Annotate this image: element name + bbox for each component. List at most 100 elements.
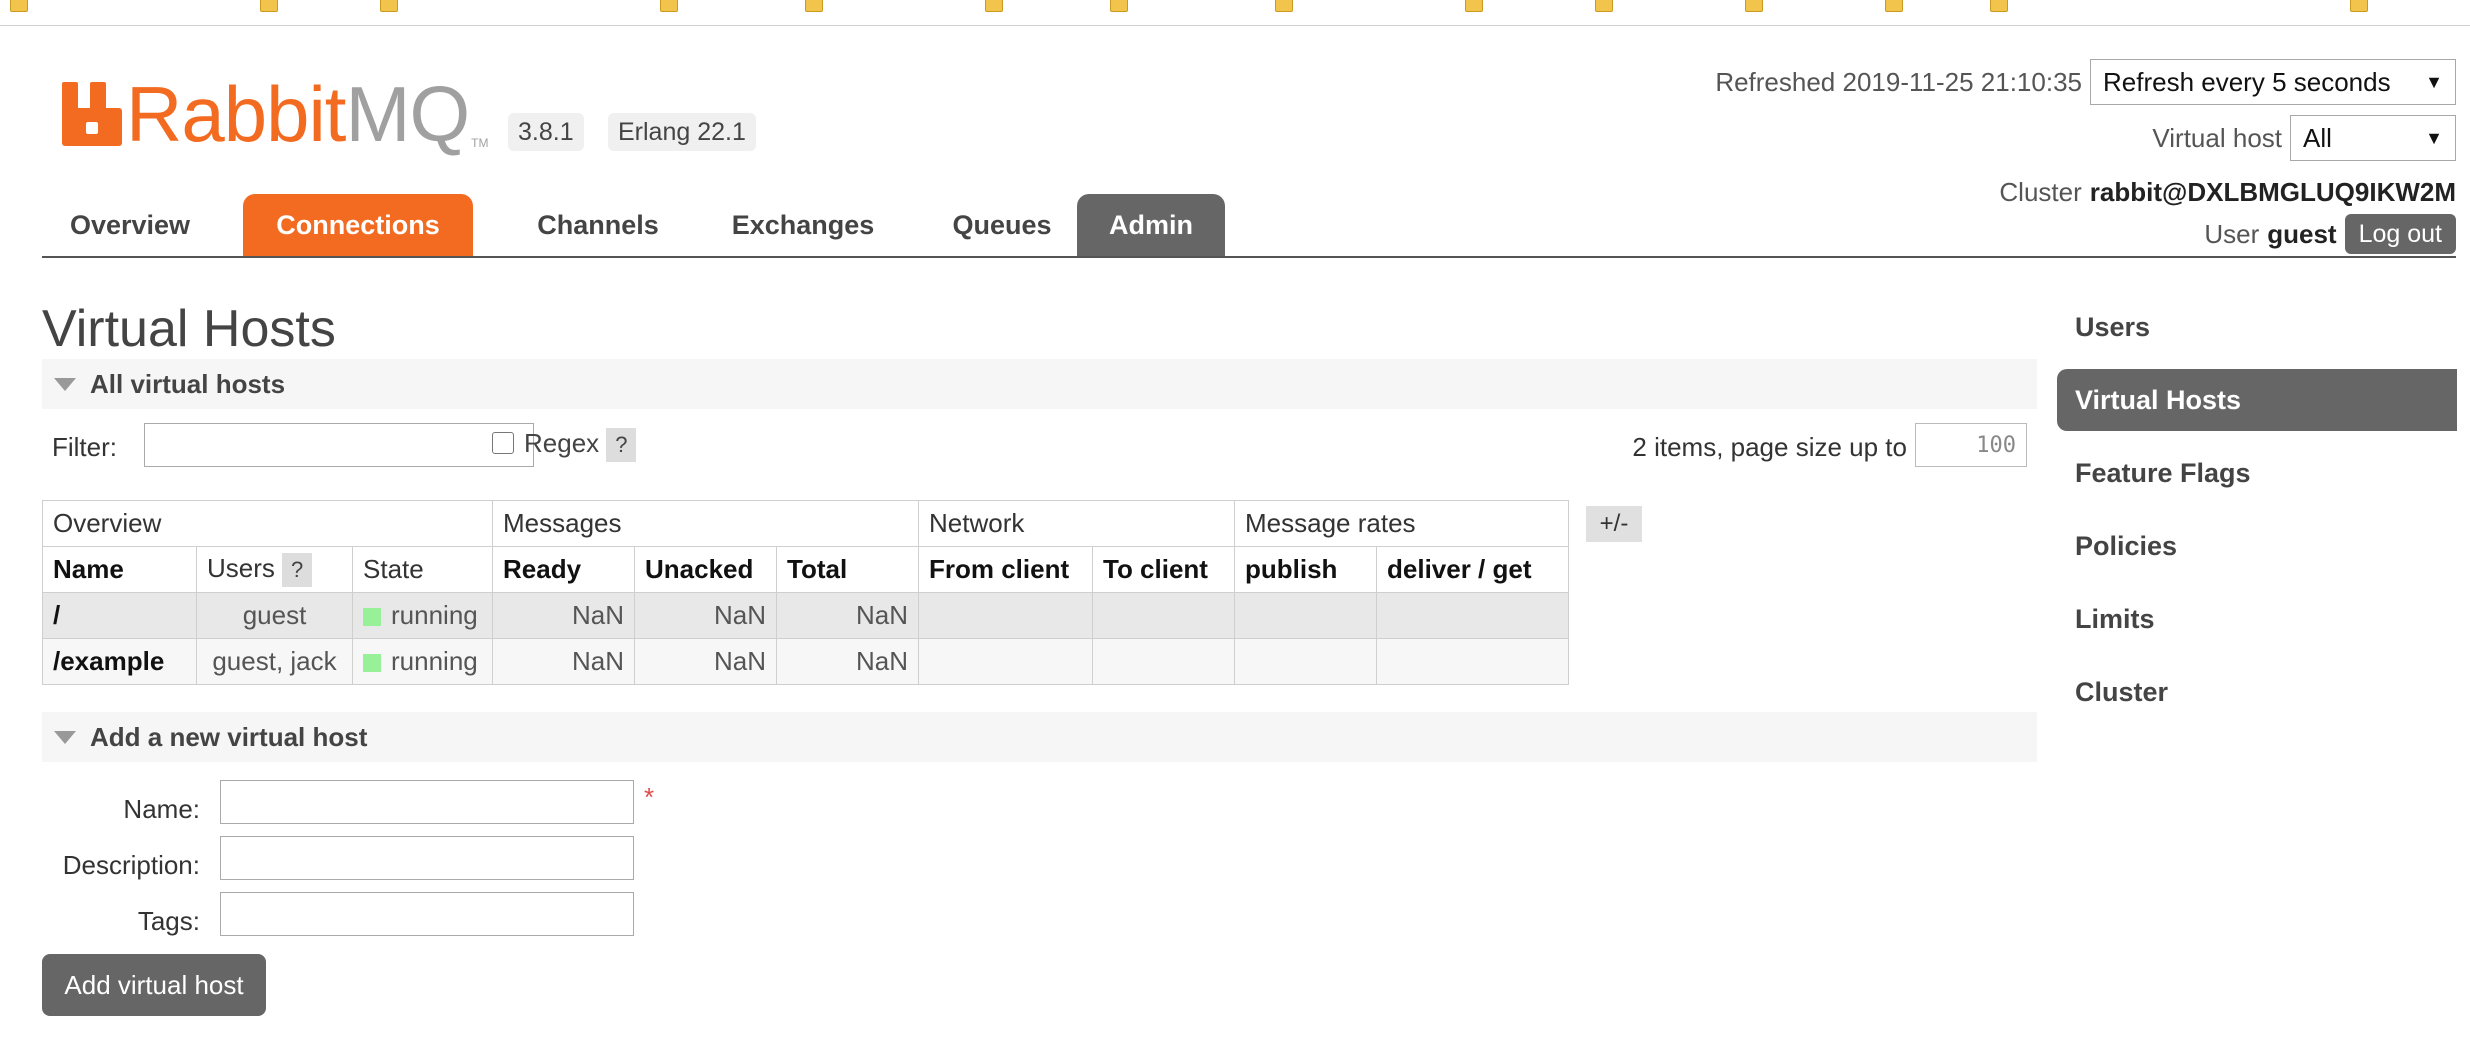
refresh-interval-select[interactable]: Refresh every 5 seconds ▼ — [2090, 59, 2456, 105]
bookmark-folder[interactable] — [1745, 0, 1763, 20]
collapse-triangle-icon — [54, 730, 76, 744]
page-size-input[interactable]: 100 — [1915, 423, 2027, 467]
col-total[interactable]: Total — [776, 546, 919, 593]
sidebar-item-limits[interactable]: Limits — [2057, 588, 2457, 650]
bookmark-folder[interactable] — [1595, 0, 1613, 20]
add-virtual-host-button[interactable]: Add virtual host — [42, 954, 266, 1016]
folder-icon — [805, 0, 823, 12]
vhost-users: guest — [196, 592, 353, 639]
vhost-unacked: NaN — [634, 638, 777, 685]
add-vhost-section-toggle[interactable]: Add a new virtual host — [42, 712, 2037, 762]
col-to-client[interactable]: To client — [1092, 546, 1235, 593]
bookmark-folder[interactable] — [1885, 0, 1903, 20]
sidebar-item-virtual-hosts[interactable]: Virtual Hosts — [2057, 369, 2457, 431]
vhost-deliver-get — [1376, 592, 1569, 639]
vhost-ready: NaN — [492, 638, 635, 685]
bookmark-folder[interactable] — [1465, 0, 1483, 20]
col-unacked[interactable]: Unacked — [634, 546, 777, 593]
main-nav: Overview Connections Channels Exchanges … — [42, 194, 2456, 258]
folder-icon — [1110, 0, 1128, 12]
tab-overview[interactable]: Overview — [52, 194, 208, 256]
vhost-description-input[interactable] — [220, 836, 634, 880]
vhost-tags-input[interactable] — [220, 892, 634, 936]
col-name[interactable]: Name — [42, 546, 197, 593]
logo-wordmark: RabbitMQ — [126, 70, 470, 158]
bookmark-folder[interactable] — [380, 0, 398, 20]
sidebar-item-policies[interactable]: Policies — [2057, 515, 2457, 577]
folder-icon — [380, 0, 398, 12]
sidebar-item-users[interactable]: Users — [2057, 296, 2457, 358]
tab-exchanges[interactable]: Exchanges — [708, 194, 898, 256]
vhost-ready: NaN — [492, 592, 635, 639]
vhost-state: running — [352, 638, 493, 685]
section-title: Add a new virtual host — [90, 721, 368, 752]
folder-icon — [1745, 0, 1763, 12]
items-count: 2 items, page size up to — [1632, 432, 1907, 462]
tags-field-label: Tags: — [137, 906, 200, 936]
vhost-total: NaN — [776, 638, 919, 685]
bookmark-folder[interactable] — [660, 0, 678, 20]
vhost-publish — [1234, 638, 1377, 685]
bookmark-folder[interactable] — [260, 0, 278, 20]
table-row[interactable]: /example guest, jack running NaN NaN NaN — [42, 638, 1569, 685]
name-field-label: Name: — [123, 794, 200, 824]
vhost-from-client — [918, 592, 1093, 639]
table-group-header: Overview Messages Network Message rates — [42, 500, 1569, 547]
tab-queues[interactable]: Queues — [922, 194, 1082, 256]
bookmark-folder[interactable] — [1275, 0, 1293, 20]
group-messages: Messages — [492, 500, 919, 547]
col-publish[interactable]: publish — [1234, 546, 1377, 593]
tab-admin[interactable]: Admin — [1077, 194, 1225, 256]
group-overview: Overview — [42, 500, 493, 547]
group-network: Network — [918, 500, 1235, 547]
filter-input[interactable] — [144, 423, 534, 467]
bookmark-folder[interactable] — [805, 0, 823, 20]
vhost-deliver-get — [1376, 638, 1569, 685]
col-ready[interactable]: Ready — [492, 546, 635, 593]
bookmark-folder[interactable] — [985, 0, 1003, 20]
vhost-users: guest, jack — [196, 638, 353, 685]
vhost-total: NaN — [776, 592, 919, 639]
filter-row: Filter: Regex ? 2 items, page size up to… — [52, 420, 2037, 470]
dropdown-caret-icon: ▼ — [2425, 127, 2443, 148]
users-help-icon[interactable]: ? — [282, 552, 313, 587]
regex-help-icon[interactable]: ? — [606, 428, 637, 462]
all-vhosts-section-toggle[interactable]: All virtual hosts — [42, 359, 2037, 409]
required-marker: * — [644, 782, 655, 812]
folder-icon — [1275, 0, 1293, 12]
virtual-host-label: Virtual host — [2152, 122, 2282, 153]
refreshed-timestamp: Refreshed 2019-11-25 21:10:35 — [1715, 66, 2082, 97]
col-state[interactable]: State — [352, 546, 493, 593]
admin-sidebar: Users Virtual Hosts Feature Flags Polici… — [2057, 296, 2457, 734]
folder-icon — [1885, 0, 1903, 12]
bookmark-folder[interactable] — [1990, 0, 2008, 20]
vhosts-table: Overview Messages Network Message rates … — [42, 500, 1569, 685]
col-deliver-get[interactable]: deliver / get — [1376, 546, 1569, 593]
vhost-name-link[interactable]: /example — [42, 638, 197, 685]
description-field-label: Description: — [62, 850, 200, 880]
running-status-icon — [363, 654, 381, 672]
vhost-name-link[interactable]: / — [42, 592, 197, 639]
browser-bookmarks-bar — [0, 0, 2470, 26]
erlang-version-badge: Erlang 22.1 — [608, 113, 756, 151]
toggle-columns-button[interactable]: +/- — [1586, 506, 1642, 542]
vhost-publish — [1234, 592, 1377, 639]
vhost-name-input[interactable] — [220, 780, 634, 824]
vhost-to-client — [1092, 592, 1235, 639]
bookmark-folder[interactable] — [1110, 0, 1128, 20]
tab-channels[interactable]: Channels — [508, 194, 688, 256]
rabbitmq-logo[interactable]: RabbitMQ TM — [62, 64, 488, 164]
table-column-header: Name Users ? State Ready Unacked Total F… — [42, 546, 1569, 593]
sidebar-item-cluster[interactable]: Cluster — [2057, 661, 2457, 723]
table-row[interactable]: / guest running NaN NaN NaN — [42, 592, 1569, 639]
col-users: Users ? — [196, 546, 353, 593]
regex-label: Regex ? — [524, 428, 637, 462]
bookmark-folder[interactable] — [2350, 0, 2368, 20]
sidebar-item-feature-flags[interactable]: Feature Flags — [2057, 442, 2457, 504]
col-from-client[interactable]: From client — [918, 546, 1093, 593]
tab-connections[interactable]: Connections — [243, 194, 473, 256]
regex-checkbox[interactable] — [492, 432, 514, 454]
bookmark-folder[interactable] — [10, 0, 28, 20]
folder-icon — [1595, 0, 1613, 12]
virtual-host-select[interactable]: All ▼ — [2290, 115, 2456, 161]
